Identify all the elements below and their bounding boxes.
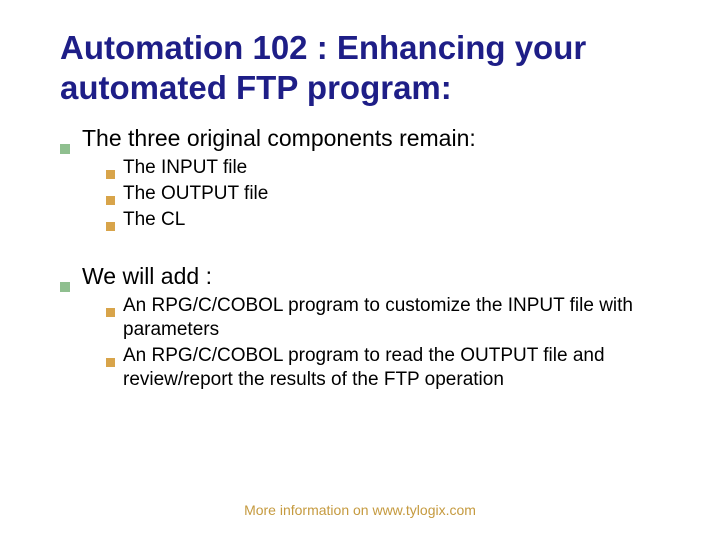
footer-text: More information on www.tylogix.com — [0, 502, 720, 518]
sub-bullet: The CL — [106, 208, 660, 232]
square-bullet-icon — [106, 196, 115, 205]
sub-bullet-text: The INPUT file — [123, 156, 247, 180]
bullet-row: We will add : — [60, 263, 660, 290]
title-line-1: Automation 102 : Enhancing your — [60, 29, 586, 66]
sub-bullet-group: The INPUT file The OUTPUT file The CL — [106, 156, 660, 231]
bullet-text: The three original components remain: — [82, 125, 476, 152]
sub-bullet-text: The CL — [123, 208, 185, 232]
square-bullet-icon — [60, 282, 70, 292]
sub-bullet: An RPG/C/COBOL program to customize the … — [106, 294, 660, 342]
bullet-level1: We will add : An RPG/C/COBOL program to … — [60, 263, 660, 391]
bullet-level1: The three original components remain: Th… — [60, 125, 660, 231]
bullet-text: We will add : — [82, 263, 212, 290]
bullet-row: The three original components remain: — [60, 125, 660, 152]
sub-bullet-text: An RPG/C/COBOL program to customize the … — [123, 294, 660, 342]
slide: Automation 102 : Enhancing your automate… — [0, 0, 720, 540]
sub-bullet: The INPUT file — [106, 156, 660, 180]
square-bullet-icon — [106, 358, 115, 367]
square-bullet-icon — [60, 144, 70, 154]
sub-bullet: The OUTPUT file — [106, 182, 660, 206]
sub-bullet: An RPG/C/COBOL program to read the OUTPU… — [106, 344, 660, 392]
title-line-2: automated FTP program: — [60, 69, 452, 106]
spacer — [60, 245, 660, 255]
sub-bullet-text: The OUTPUT file — [123, 182, 268, 206]
square-bullet-icon — [106, 308, 115, 317]
sub-bullet-text: An RPG/C/COBOL program to read the OUTPU… — [123, 344, 660, 392]
square-bullet-icon — [106, 222, 115, 231]
square-bullet-icon — [106, 170, 115, 179]
sub-bullet-group: An RPG/C/COBOL program to customize the … — [106, 294, 660, 391]
slide-title: Automation 102 : Enhancing your automate… — [60, 28, 660, 107]
